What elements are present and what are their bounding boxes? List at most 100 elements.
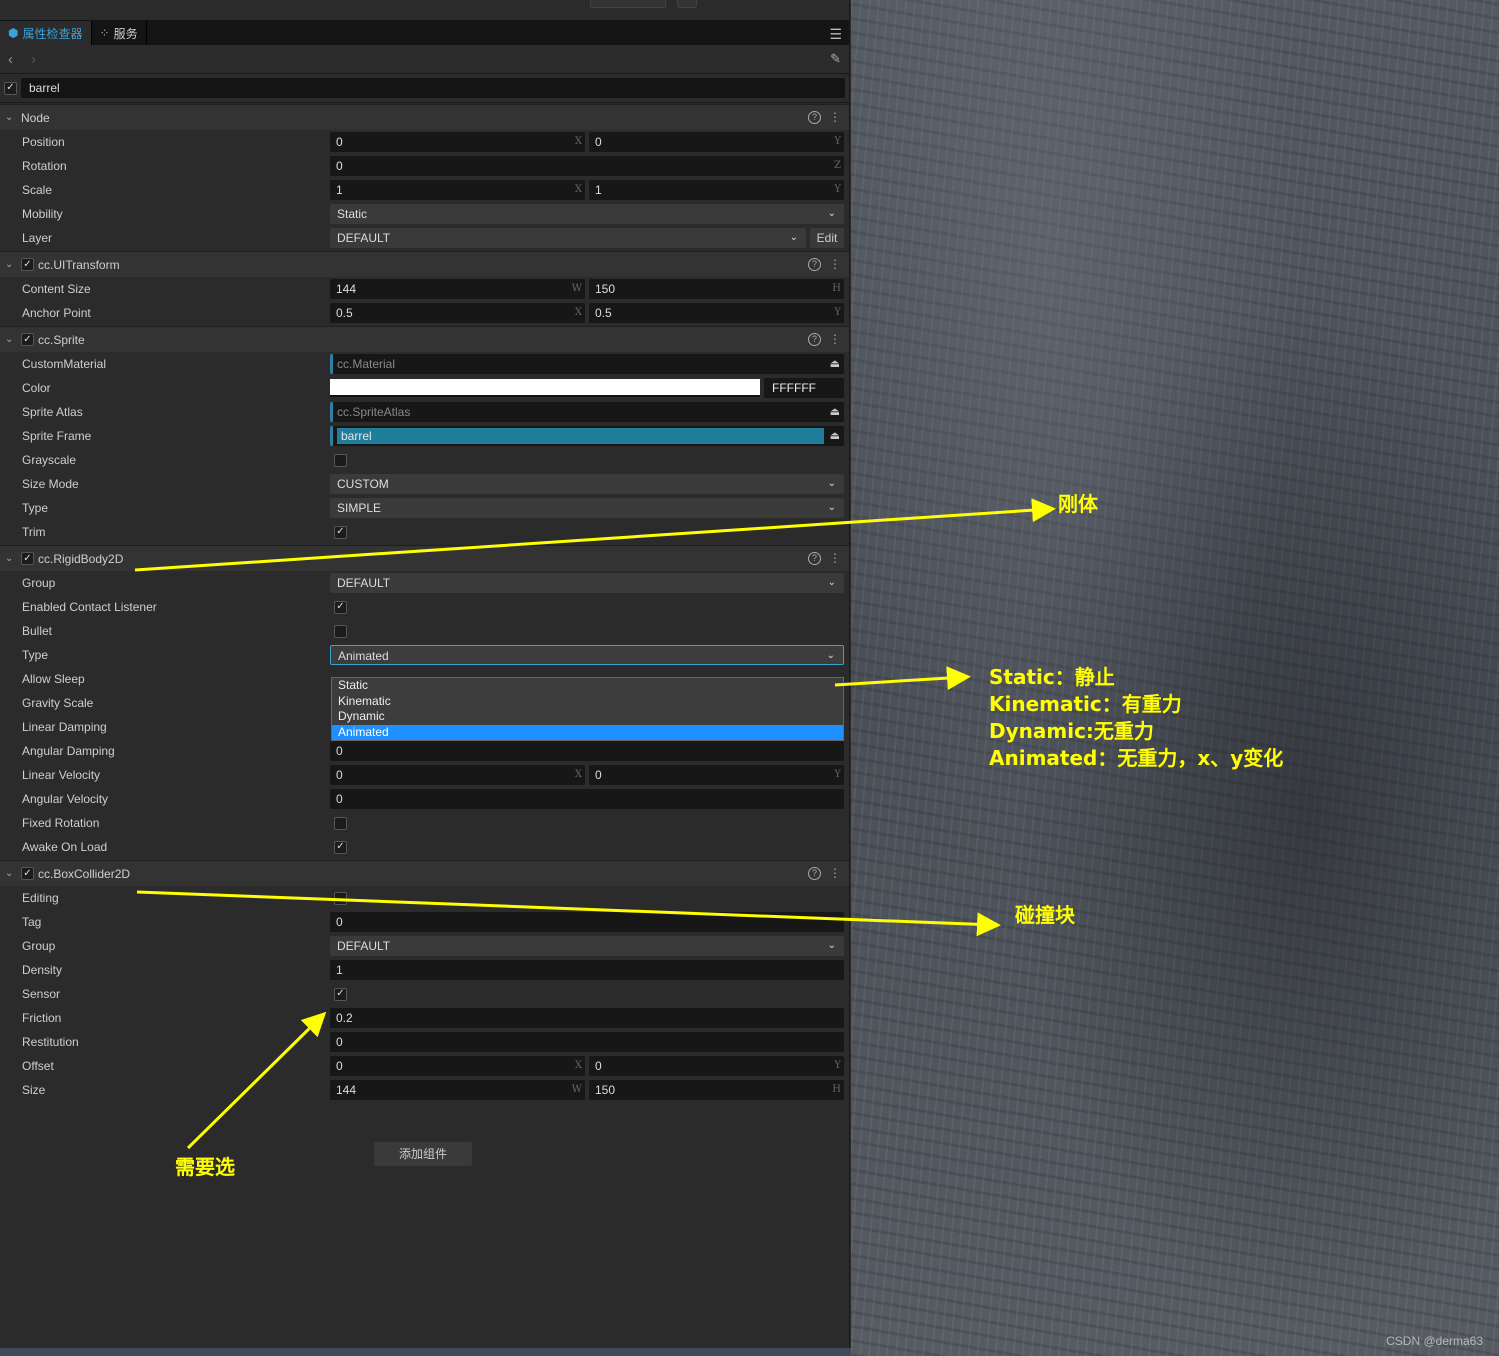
lock-icon[interactable]: ⏏ [830, 402, 840, 422]
axis-label: Y [834, 184, 841, 195]
add-component-button[interactable]: 添加组件 [374, 1142, 472, 1166]
number-input[interactable]: 1X [330, 180, 585, 200]
checkbox[interactable]: ✓ [334, 987, 347, 1001]
window-top-bar [0, 0, 849, 21]
more-icon[interactable]: ⋮ [829, 551, 841, 565]
top-button[interactable] [677, 0, 697, 8]
section-header[interactable]: ⌄ Node? ⋮ [0, 104, 849, 130]
help-icon[interactable]: ? [808, 332, 821, 346]
select-field[interactable]: DEFAULT ⌄ [330, 936, 844, 956]
section-header[interactable]: ⌄ ✓ cc.UITransform? ⋮ [0, 251, 849, 277]
property-label: Sprite Atlas [22, 405, 83, 419]
number-input[interactable]: 0Y [589, 765, 844, 785]
tab-inspector[interactable]: ⬢ 属性检查器 [0, 21, 92, 45]
checkbox[interactable]: ✓ [334, 840, 347, 854]
number-input[interactable]: 150 H [589, 1080, 844, 1100]
number-input[interactable]: 0X [330, 1056, 585, 1076]
select-field[interactable]: DEFAULT ⌄ [330, 228, 806, 248]
number-input[interactable]: 0 [330, 912, 844, 932]
number-input[interactable]: 1Y [589, 180, 844, 200]
more-icon[interactable]: ⋮ [829, 257, 841, 271]
dropdown-option[interactable]: Kinematic [332, 694, 843, 710]
select-field[interactable]: CUSTOM ⌄ [330, 474, 844, 494]
forward-icon[interactable]: › [31, 51, 36, 68]
property-value: barrel ⏏ [330, 426, 849, 446]
number-input[interactable]: 0Y [589, 132, 844, 152]
asset-field[interactable]: cc.SpriteAtlas ⏏ [330, 402, 844, 422]
checkbox[interactable]: ✓ [334, 525, 347, 539]
number-input[interactable]: 0Z [330, 156, 844, 176]
number-input[interactable]: 0.2 [330, 1008, 844, 1028]
number-input[interactable]: 0 [330, 741, 844, 761]
number-input[interactable]: 0Y [589, 1056, 844, 1076]
top-button[interactable] [590, 0, 666, 8]
edit-button[interactable]: Edit [810, 228, 844, 248]
asset-field[interactable]: cc.Material ⏏ [330, 354, 844, 374]
number-input[interactable]: 0 [330, 789, 844, 809]
node-enabled-checkbox[interactable]: ✓ [4, 81, 17, 95]
number-input[interactable]: 144 W [330, 279, 585, 299]
color-hex-input[interactable]: FFFFFF [764, 378, 844, 398]
axis-label: Y [834, 1060, 841, 1071]
color-swatch[interactable] [330, 379, 760, 397]
select-field[interactable]: SIMPLE ⌄ [330, 498, 844, 518]
dropdown-option[interactable]: Animated [332, 724, 843, 740]
dropdown-option[interactable]: Dynamic [332, 709, 843, 725]
more-icon[interactable]: ⋮ [829, 110, 841, 124]
lock-icon[interactable]: ⏏ [830, 426, 840, 446]
more-icon[interactable]: ⋮ [829, 332, 841, 346]
number-input[interactable]: 0X [330, 132, 585, 152]
number-input[interactable]: 0X [330, 765, 585, 785]
axis-label: Z [834, 160, 841, 171]
checkbox[interactable] [334, 453, 347, 467]
pin-icon[interactable]: ✎ [830, 51, 841, 67]
property-value: DEFAULT ⌄ [330, 936, 849, 956]
number-input[interactable]: 0.5 X [330, 303, 585, 323]
component-enabled-checkbox[interactable]: ✓ [21, 258, 34, 271]
checkbox[interactable] [334, 816, 347, 830]
number-input[interactable]: 1 [330, 960, 844, 980]
help-icon[interactable]: ? [808, 257, 821, 271]
property-label: Awake On Load [22, 840, 108, 854]
component-enabled-checkbox[interactable]: ✓ [21, 552, 34, 565]
chevron-down-icon[interactable]: ⌄ [5, 112, 17, 123]
lock-icon[interactable]: ⏏ [830, 354, 840, 374]
checkbox[interactable] [334, 624, 347, 638]
asset-field[interactable]: barrel ⏏ [330, 426, 844, 446]
chevron-down-icon[interactable]: ⌄ [5, 334, 17, 345]
menu-icon[interactable]: ☰ [829, 26, 842, 43]
number-input[interactable]: 0 [330, 1032, 844, 1052]
select-field[interactable]: DEFAULT ⌄ [330, 573, 844, 593]
component-enabled-checkbox[interactable]: ✓ [21, 333, 34, 346]
help-icon[interactable]: ? [808, 551, 821, 565]
property-value: CUSTOM ⌄ [330, 474, 849, 494]
node-name-input[interactable]: barrel [21, 78, 845, 98]
component-enabled-checkbox[interactable]: ✓ [21, 867, 34, 880]
more-icon[interactable]: ⋮ [829, 866, 841, 880]
property-value: 0X0Y [330, 132, 849, 152]
number-input[interactable]: 144 W [330, 1080, 585, 1100]
back-icon[interactable]: ‹ [8, 51, 13, 68]
chevron-down-icon[interactable]: ⌄ [5, 259, 17, 270]
tab-services[interactable]: ⁘ 服务 [92, 21, 147, 45]
property-value: 0 [330, 912, 849, 932]
dropdown-option[interactable]: Static [332, 678, 843, 694]
property-label: Position [22, 135, 65, 149]
property-row: Sprite Atlas cc.SpriteAtlas ⏏ [0, 400, 849, 424]
chevron-down-icon[interactable]: ⌄ [5, 553, 17, 564]
section-header[interactable]: ⌄ ✓ cc.BoxCollider2D? ⋮ [0, 860, 849, 886]
property-value: 0 [330, 789, 849, 809]
checkbox[interactable] [334, 891, 347, 905]
section-header[interactable]: ⌄ ✓ cc.RigidBody2D? ⋮ [0, 545, 849, 571]
number-input[interactable]: 0.5 Y [589, 303, 844, 323]
property-row: Type SIMPLE ⌄ [0, 496, 849, 520]
chevron-down-icon[interactable]: ⌄ [5, 868, 17, 879]
help-icon[interactable]: ? [808, 866, 821, 880]
checkbox[interactable]: ✓ [334, 600, 347, 614]
select-field[interactable]: Animated ⌄ [330, 645, 844, 665]
section-header[interactable]: ⌄ ✓ cc.Sprite? ⋮ [0, 326, 849, 352]
number-input[interactable]: 150 H [589, 279, 844, 299]
help-icon[interactable]: ? [808, 110, 821, 124]
select-field[interactable]: Static ⌄ [330, 204, 844, 224]
property-label: Anchor Point [22, 306, 91, 320]
